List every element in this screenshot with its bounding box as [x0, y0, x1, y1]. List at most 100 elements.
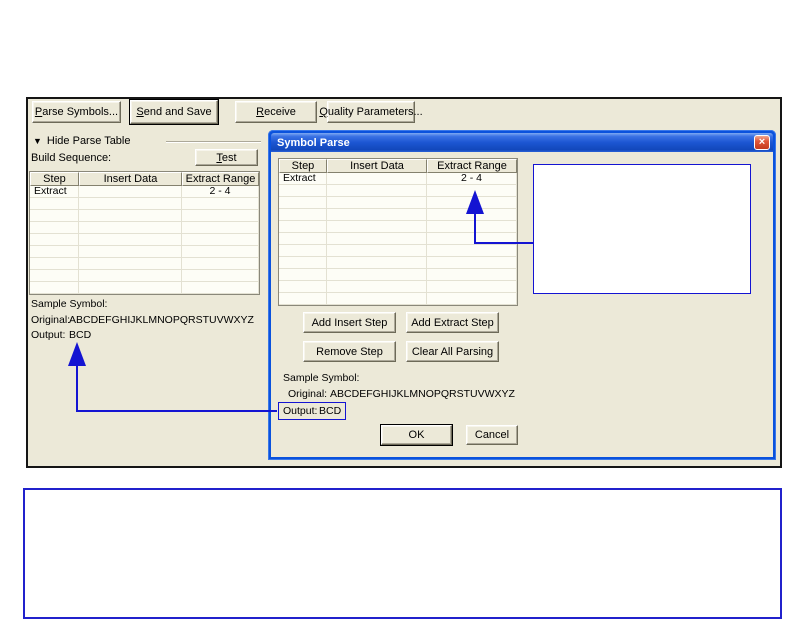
table-cell[interactable]: [182, 258, 259, 270]
table-row[interactable]: [279, 281, 517, 293]
table-cell[interactable]: [427, 233, 517, 245]
table-cell[interactable]: [79, 198, 182, 210]
table-row[interactable]: [30, 210, 259, 222]
table-cell[interactable]: [279, 233, 327, 245]
cancel-button[interactable]: Cancel: [466, 425, 518, 445]
table-row[interactable]: [279, 269, 517, 281]
remove-step-button[interactable]: Remove Step: [303, 341, 396, 362]
table-cell[interactable]: [327, 293, 427, 305]
table-cell[interactable]: [279, 221, 327, 233]
table-cell[interactable]: [327, 173, 427, 185]
table-cell[interactable]: [182, 222, 259, 234]
test-button[interactable]: Test: [195, 149, 258, 166]
table-row[interactable]: [279, 233, 517, 245]
table-cell[interactable]: [182, 210, 259, 222]
table-row[interactable]: Extract 2 - 4: [30, 186, 259, 198]
table-cell[interactable]: [182, 234, 259, 246]
table-cell[interactable]: [30, 270, 79, 282]
table-cell[interactable]: [427, 209, 517, 221]
column-header-insert-data[interactable]: Insert Data: [79, 172, 182, 186]
table-cell[interactable]: [427, 185, 517, 197]
table-row[interactable]: [279, 209, 517, 221]
table-cell[interactable]: [327, 257, 427, 269]
table-cell[interactable]: [427, 269, 517, 281]
add-insert-step-button[interactable]: Add Insert Step: [303, 312, 396, 333]
table-cell[interactable]: [79, 186, 182, 198]
table-cell[interactable]: [279, 257, 327, 269]
table-cell[interactable]: [79, 282, 182, 294]
table-cell[interactable]: [30, 258, 79, 270]
table-row[interactable]: [279, 293, 517, 305]
table-cell[interactable]: [279, 293, 327, 305]
table-row[interactable]: [30, 282, 259, 294]
table-cell[interactable]: [30, 222, 79, 234]
table-cell[interactable]: [327, 269, 427, 281]
table-cell[interactable]: [79, 270, 182, 282]
ok-button[interactable]: OK: [381, 425, 452, 445]
table-row[interactable]: [30, 222, 259, 234]
receive-button[interactable]: Receive: [235, 101, 317, 123]
table-cell[interactable]: [79, 246, 182, 258]
table-cell[interactable]: Extract: [279, 173, 327, 185]
column-header-extract-range[interactable]: Extract Range: [427, 159, 517, 173]
table-cell[interactable]: [279, 245, 327, 257]
table-cell[interactable]: [30, 246, 79, 258]
table-row[interactable]: [30, 270, 259, 282]
table-cell[interactable]: [182, 198, 259, 210]
table-cell[interactable]: [327, 245, 427, 257]
table-cell[interactable]: [327, 233, 427, 245]
table-cell[interactable]: [79, 222, 182, 234]
table-row[interactable]: [30, 234, 259, 246]
table-cell[interactable]: [279, 197, 327, 209]
column-header-extract-range[interactable]: Extract Range: [182, 172, 259, 186]
quality-parameters-button[interactable]: Quality Parameters...: [319, 101, 423, 123]
table-cell[interactable]: [327, 221, 427, 233]
table-row[interactable]: [30, 258, 259, 270]
table-cell[interactable]: [327, 197, 427, 209]
hide-parse-table-toggle[interactable]: ▼ Hide Parse Table: [33, 135, 131, 147]
table-cell[interactable]: [30, 234, 79, 246]
dialog-titlebar[interactable]: Symbol Parse ×: [271, 133, 773, 152]
table-cell[interactable]: [327, 281, 427, 293]
table-cell[interactable]: [427, 221, 517, 233]
table-cell[interactable]: [427, 197, 517, 209]
table-cell[interactable]: [427, 245, 517, 257]
add-extract-step-button[interactable]: Add Extract Step: [406, 312, 499, 333]
table-cell[interactable]: [279, 185, 327, 197]
table-cell[interactable]: [427, 257, 517, 269]
table-cell[interactable]: [30, 210, 79, 222]
table-cell[interactable]: [182, 282, 259, 294]
table-cell[interactable]: [182, 246, 259, 258]
table-row[interactable]: [279, 197, 517, 209]
table-cell[interactable]: [279, 269, 327, 281]
clear-all-parsing-button[interactable]: Clear All Parsing: [406, 341, 499, 362]
column-header-step[interactable]: Step: [30, 172, 79, 186]
table-cell[interactable]: [279, 209, 327, 221]
table-row[interactable]: [30, 198, 259, 210]
table-row[interactable]: [279, 245, 517, 257]
table-cell[interactable]: 2 - 4: [427, 173, 517, 185]
column-header-step[interactable]: Step: [279, 159, 327, 173]
table-row[interactable]: Extract 2 - 4: [279, 173, 517, 185]
table-cell[interactable]: [30, 198, 79, 210]
send-and-save-button[interactable]: Send and Save: [130, 100, 218, 124]
table-cell[interactable]: [79, 258, 182, 270]
table-row[interactable]: [279, 221, 517, 233]
parse-symbols-button[interactable]: Parse Symbols...: [32, 101, 121, 123]
table-cell[interactable]: [427, 293, 517, 305]
table-row[interactable]: [279, 257, 517, 269]
table-cell[interactable]: [30, 282, 79, 294]
table-cell[interactable]: [79, 234, 182, 246]
table-cell[interactable]: [327, 185, 427, 197]
close-icon[interactable]: ×: [754, 135, 770, 150]
table-row[interactable]: [279, 185, 517, 197]
table-cell[interactable]: [79, 210, 182, 222]
table-cell[interactable]: [427, 281, 517, 293]
table-cell[interactable]: [182, 270, 259, 282]
table-cell[interactable]: 2 - 4: [182, 186, 259, 198]
table-cell[interactable]: [327, 209, 427, 221]
table-row[interactable]: [30, 246, 259, 258]
column-header-insert-data[interactable]: Insert Data: [327, 159, 427, 173]
table-cell[interactable]: Extract: [30, 186, 79, 198]
table-cell[interactable]: [279, 281, 327, 293]
